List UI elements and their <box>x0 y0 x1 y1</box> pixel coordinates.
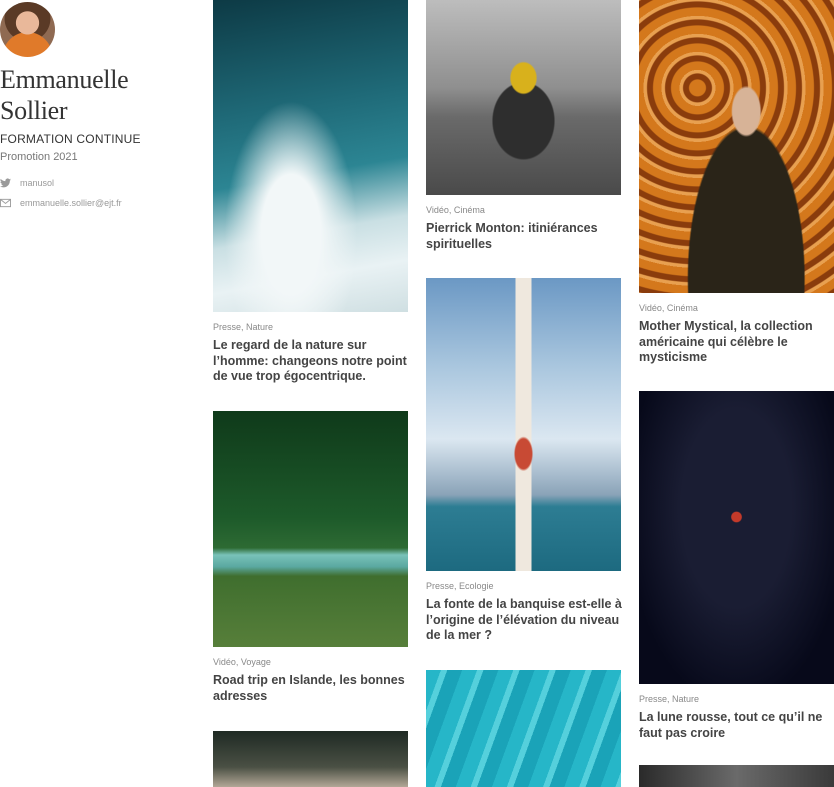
article-image[interactable] <box>213 731 408 787</box>
avatar[interactable] <box>0 2 55 57</box>
article-title[interactable]: La lune rousse, tout ce qu’il ne faut pa… <box>639 710 834 741</box>
article-category[interactable]: Presse, Ecologie <box>426 581 494 591</box>
twitter-link[interactable]: manusol <box>0 178 54 188</box>
article-category[interactable]: Presse, Nature <box>639 694 699 704</box>
article-image[interactable] <box>426 278 621 571</box>
article-image[interactable] <box>426 670 621 787</box>
article-title[interactable]: Pierrick Monton: itiniérances spirituell… <box>426 221 626 252</box>
profile-promotion: Promotion 2021 <box>0 151 78 163</box>
article-category[interactable]: Vidéo, Cinéma <box>639 303 698 313</box>
email-address: emmanuelle.sollier@ejt.fr <box>20 198 122 208</box>
article-category[interactable]: Presse, Nature <box>213 322 273 332</box>
article-title[interactable]: La fonte de la banquise est-elle à l’ori… <box>426 597 626 644</box>
article-image[interactable] <box>639 391 834 684</box>
twitter-handle: manusol <box>20 178 55 188</box>
article-title[interactable]: Mother Mystical, la collection américain… <box>639 319 834 366</box>
profile-name: Emmanuelle Sollier <box>0 65 129 125</box>
article-category[interactable]: Vidéo, Voyage <box>213 657 271 667</box>
article-image[interactable] <box>639 0 834 293</box>
article-title[interactable]: Le regard de la nature sur l’homme: chan… <box>213 338 413 385</box>
article-image[interactable] <box>426 0 621 195</box>
mail-icon <box>0 198 11 208</box>
article-image[interactable] <box>213 0 408 312</box>
article-image[interactable] <box>639 765 834 787</box>
profile-formation: FORMATION CONTINUE <box>0 132 141 146</box>
twitter-icon <box>0 178 11 188</box>
article-category[interactable]: Vidéo, Cinéma <box>426 205 485 215</box>
article-title[interactable]: Road trip en Islande, les bonnes adresse… <box>213 673 413 704</box>
article-image[interactable] <box>213 411 408 647</box>
email-link[interactable]: emmanuelle.sollier@ejt.fr <box>0 198 122 208</box>
